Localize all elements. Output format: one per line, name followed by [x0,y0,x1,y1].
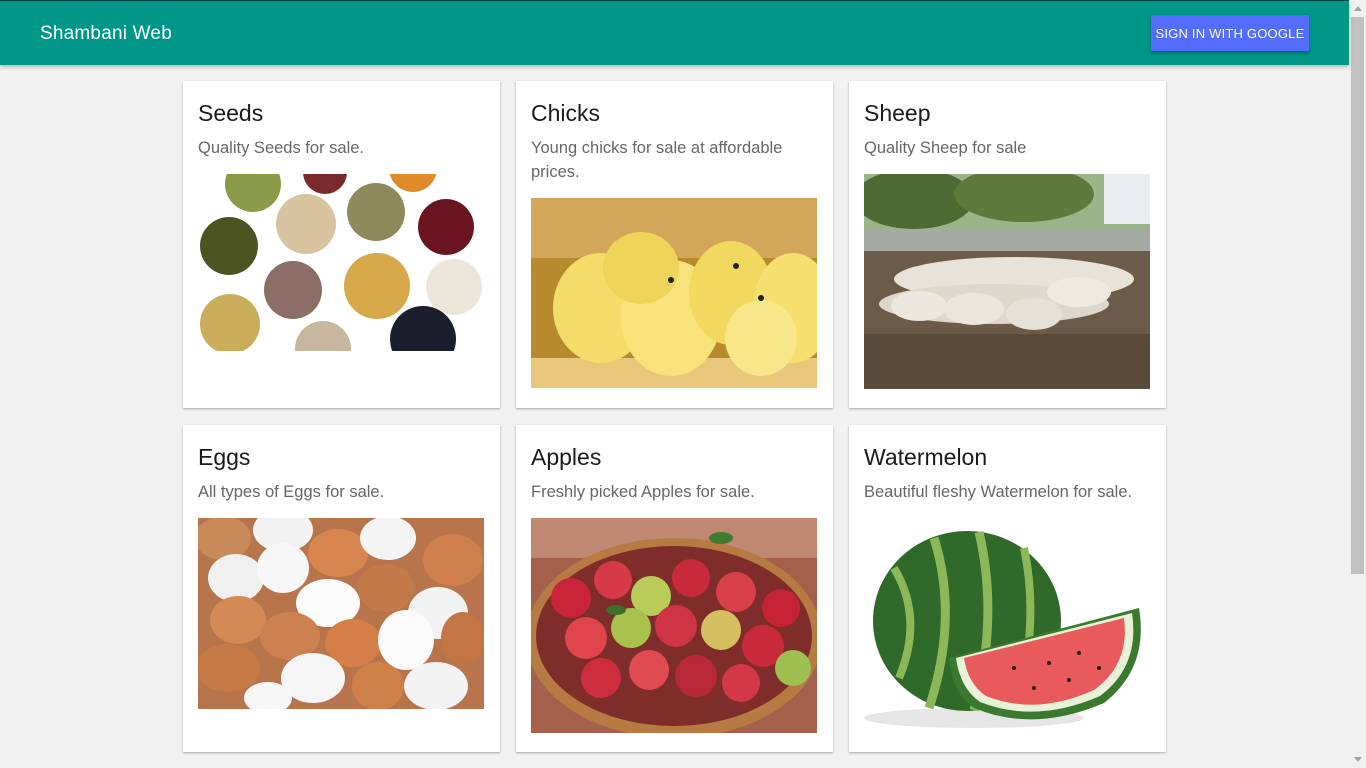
card-description: All types of Eggs for sale. [198,483,385,501]
scroll-down-arrow-icon[interactable] [1349,751,1366,768]
product-card-sheep[interactable]: Sheep Quality Sheep for sale [849,81,1166,408]
product-card-apples[interactable]: Apples Freshly picked Apples for sale. [516,425,833,752]
card-description: Beautiful fleshy Watermelon for sale. [864,483,1133,501]
card-title: Apples [531,444,602,470]
card-title: Seeds [198,100,264,126]
scrollbar-thumb[interactable] [1351,17,1364,574]
card-title: Chicks [531,100,601,126]
card-description: Quality Seeds for sale. [198,139,364,157]
app-bar: Shambani Web SIGN IN WITH GOOGLE [0,0,1349,65]
product-card-watermelon[interactable]: Watermelon Beautiful fleshy Watermelon f… [849,425,1166,752]
card-title: Sheep [864,100,931,126]
card-description: Young chicks for sale at affordable pric… [531,139,783,181]
seeds-image [198,174,484,351]
vertical-scrollbar[interactable] [1349,0,1366,768]
apples-image [531,518,817,733]
eggs-image [198,518,484,709]
scroll-up-arrow-icon[interactable] [1349,0,1366,17]
card-title: Eggs [198,444,251,470]
card-title: Watermelon [864,444,988,470]
product-card-chicks[interactable]: Chicks Young chicks for sale at affordab… [516,81,833,408]
sign-in-with-google-button[interactable]: SIGN IN WITH GOOGLE [1151,15,1309,51]
product-card-seeds[interactable]: Seeds Quality Seeds for sale. [183,81,500,408]
watermelon-image [864,518,1150,731]
chicks-image [531,198,817,388]
product-card-eggs[interactable]: Eggs All types of Eggs for sale. [183,425,500,752]
sheep-image [864,174,1150,389]
card-description: Quality Sheep for sale [864,139,1027,157]
app-title[interactable]: Shambani Web [40,23,172,45]
card-description: Freshly picked Apples for sale. [531,483,755,501]
